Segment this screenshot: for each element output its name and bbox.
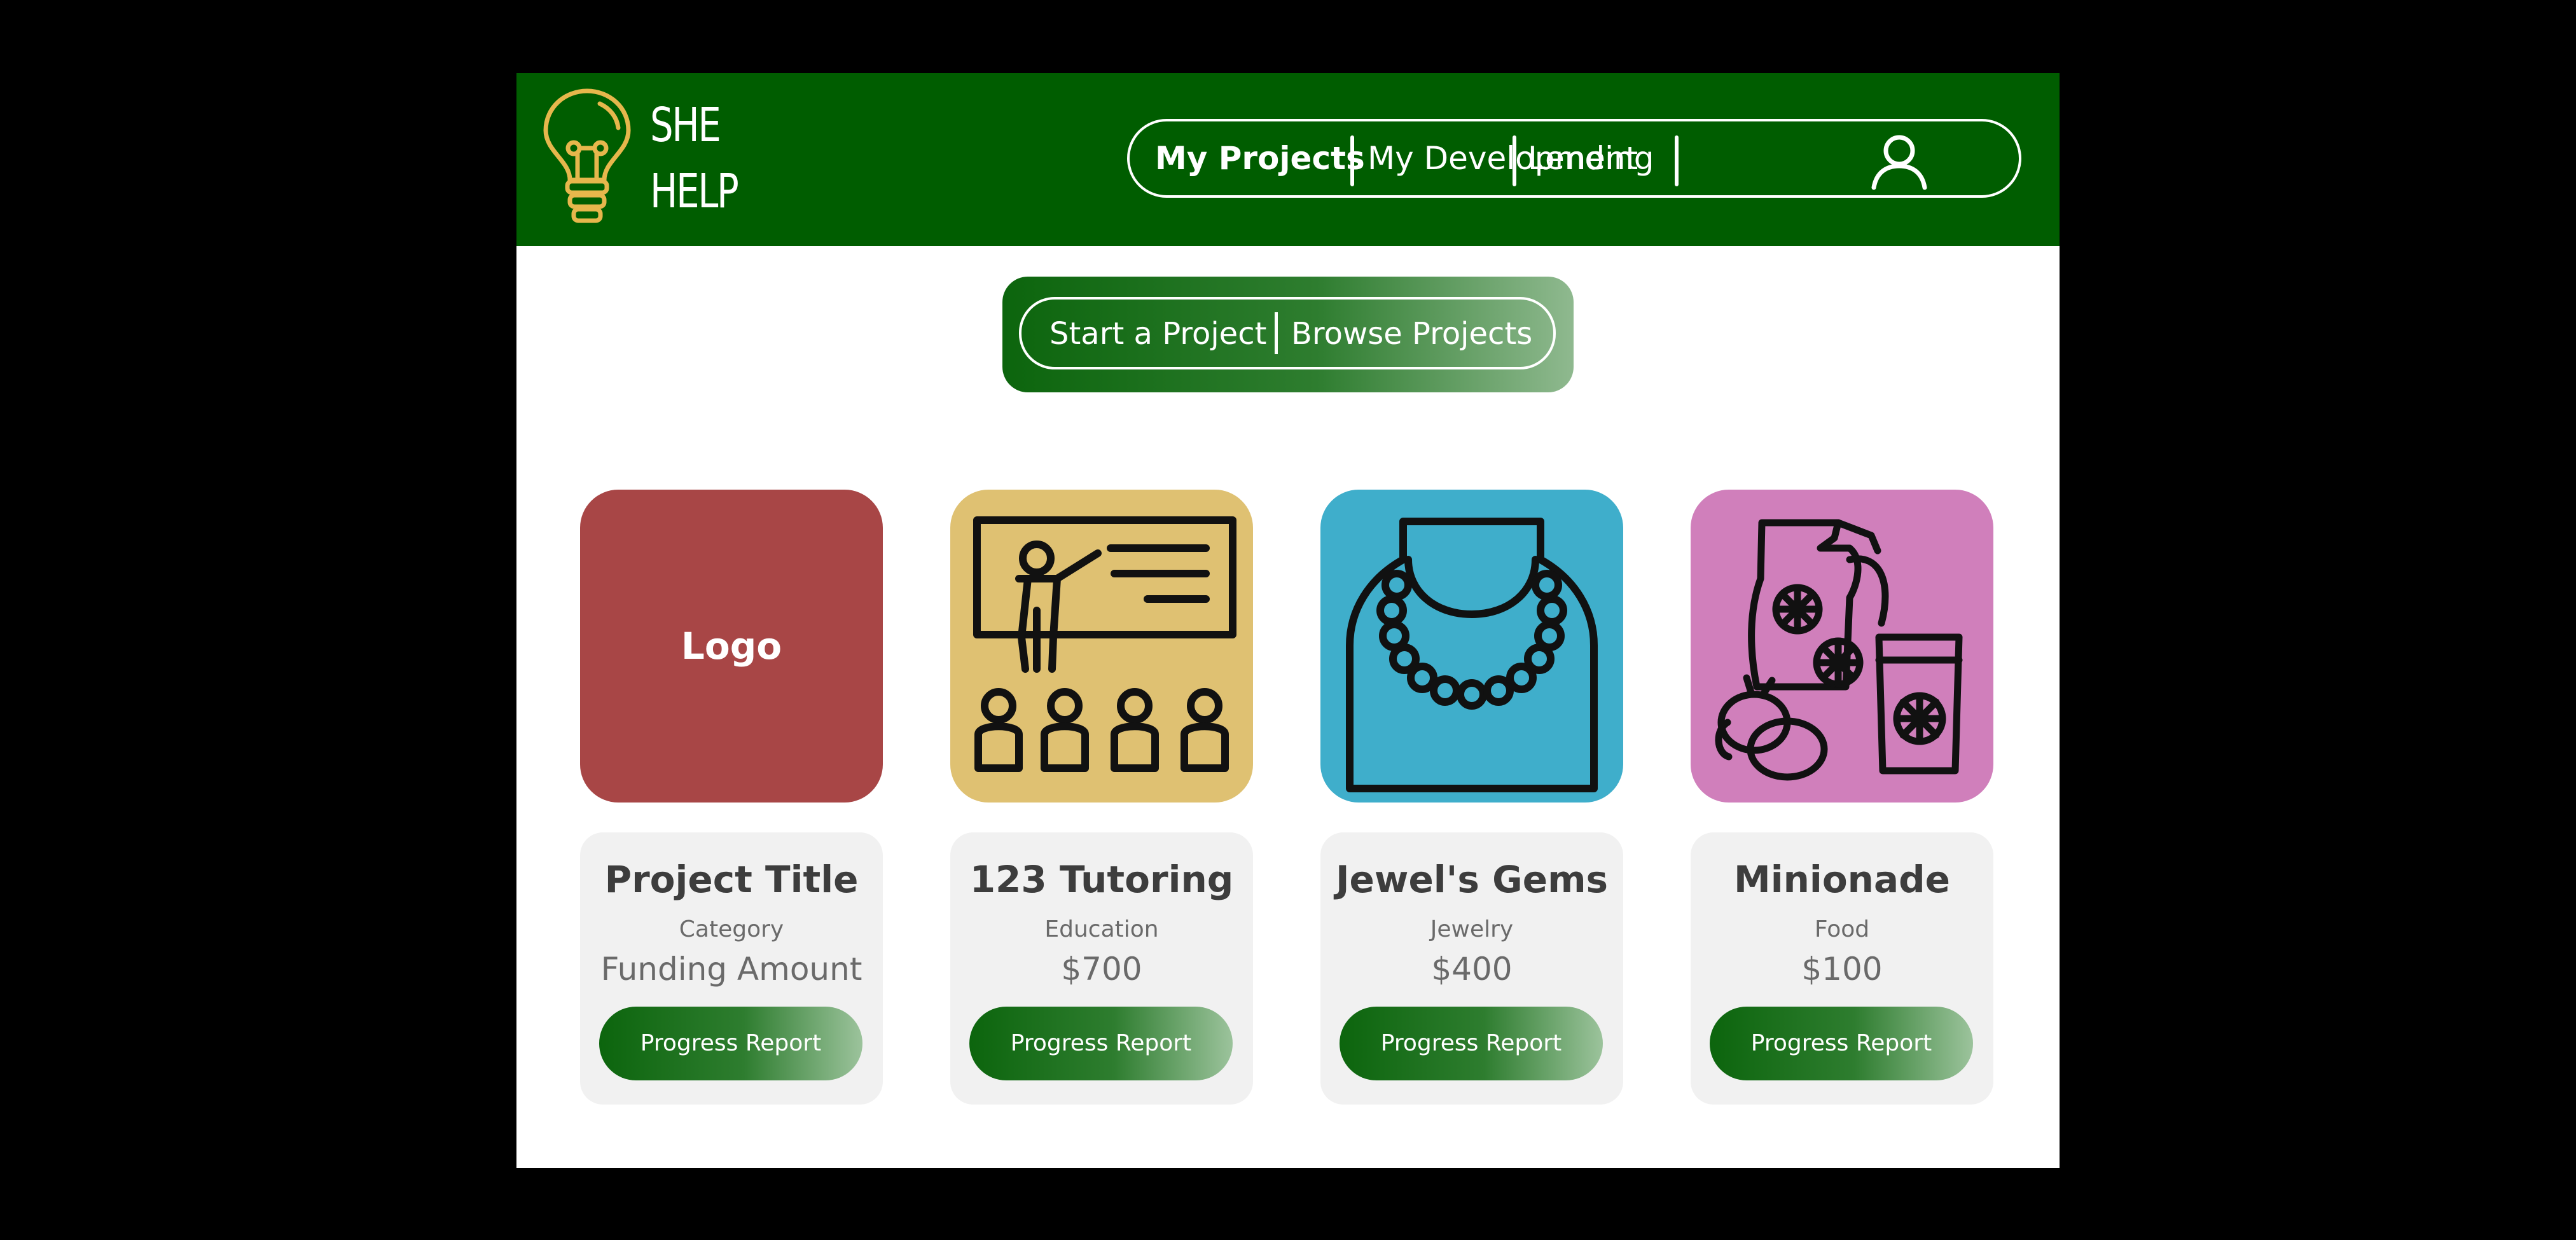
project-funding-amount: $400 [1431, 951, 1513, 988]
project-title: Jewel's Gems [1335, 858, 1609, 901]
brand-line-2: HELP [650, 164, 739, 219]
project-mode-toggle: Start a Project Browse Projects [1002, 277, 1574, 392]
project-category: Category [679, 916, 784, 942]
project-card: Project Title Category Funding Amount Pr… [580, 832, 883, 1105]
user-icon[interactable] [1869, 132, 1930, 190]
progress-report-button[interactable]: Progress Report [599, 1007, 862, 1080]
project-funding-amount: $700 [1061, 951, 1142, 988]
project-category: Education [1044, 916, 1159, 942]
progress-report-button[interactable]: Progress Report [969, 1007, 1233, 1080]
logo-placeholder-text: Logo [681, 624, 782, 668]
nav-divider [1350, 135, 1354, 186]
progress-report-button[interactable]: Progress Report [1340, 1007, 1603, 1080]
project-card: Minionade Food $100 Progress Report [1691, 832, 1993, 1105]
toggle-divider [1275, 312, 1278, 354]
start-project-button[interactable]: Start a Project [1049, 313, 1266, 354]
browse-projects-button[interactable]: Browse Projects [1291, 313, 1532, 354]
project-card: Jewel's Gems Jewelry $400 Progress Repor… [1320, 832, 1623, 1105]
teacher-classroom-icon[interactable] [950, 490, 1253, 803]
brand-name: SHE HELP [650, 92, 739, 224]
lightbulb-icon[interactable] [539, 85, 635, 232]
nav-lending[interactable]: Lending [1528, 138, 1654, 179]
project-image-placeholder[interactable]: Logo [580, 490, 883, 803]
app-frame: SHE HELP My Projects My Development Lend… [516, 73, 2060, 1168]
lemonade-pitcher-icon[interactable] [1691, 490, 1993, 803]
project-funding-amount: $100 [1801, 951, 1883, 988]
progress-report-button[interactable]: Progress Report [1710, 1007, 1973, 1080]
nav-my-projects[interactable]: My Projects [1155, 138, 1365, 179]
project-title: Minionade [1734, 858, 1950, 901]
project-card: 123 Tutoring Education $700 Progress Rep… [950, 832, 1253, 1105]
brand-line-1: SHE [650, 98, 721, 153]
nav-divider [1513, 135, 1516, 186]
nav-divider [1675, 135, 1679, 186]
toggle-pill: Start a Project Browse Projects [1019, 297, 1556, 369]
necklace-icon[interactable] [1320, 490, 1623, 803]
project-funding-amount: Funding Amount [600, 951, 862, 988]
project-title: Project Title [604, 858, 859, 901]
project-category: Food [1814, 916, 1870, 942]
project-title: 123 Tutoring [969, 858, 1234, 901]
project-category: Jewelry [1430, 916, 1514, 942]
main-nav: My Projects My Development Lending [1127, 119, 2021, 198]
header-bar: SHE HELP My Projects My Development Lend… [516, 73, 2060, 246]
